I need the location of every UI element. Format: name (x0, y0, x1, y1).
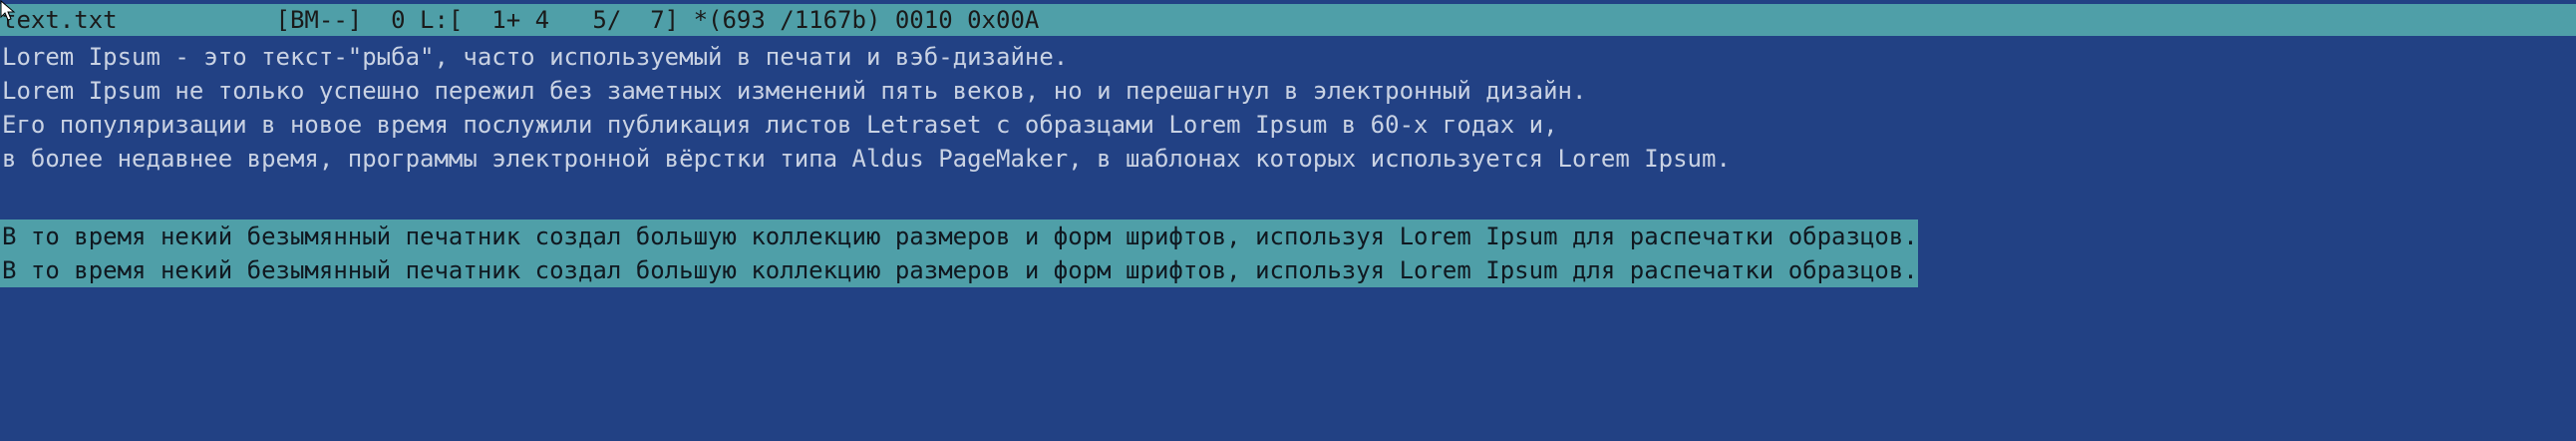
editor-window[interactable]: text.txt [BM--] 0 L:[ 1+ 4 5/ 7] *(693 /… (0, 0, 2576, 441)
selected-text-line-6[interactable]: В то время некий безымянный печатник соз… (0, 220, 1918, 253)
selected-text-line-7[interactable]: В то время некий безымянный печатник соз… (0, 253, 1918, 287)
text-line-4[interactable]: в более недавнее время, программы электр… (2, 142, 1731, 176)
mouse-pointer-icon (0, 0, 16, 21)
text-line-1[interactable]: Lorem Ipsum - это текст-"рыба", часто ис… (2, 40, 1068, 74)
text-line-2[interactable]: Lorem Ipsum не только успешно пережил бе… (2, 74, 1586, 108)
text-line-3[interactable]: Его популяризации в новое время послужил… (2, 108, 1558, 142)
status-bar: text.txt [BM--] 0 L:[ 1+ 4 5/ 7] *(693 /… (0, 4, 2576, 36)
